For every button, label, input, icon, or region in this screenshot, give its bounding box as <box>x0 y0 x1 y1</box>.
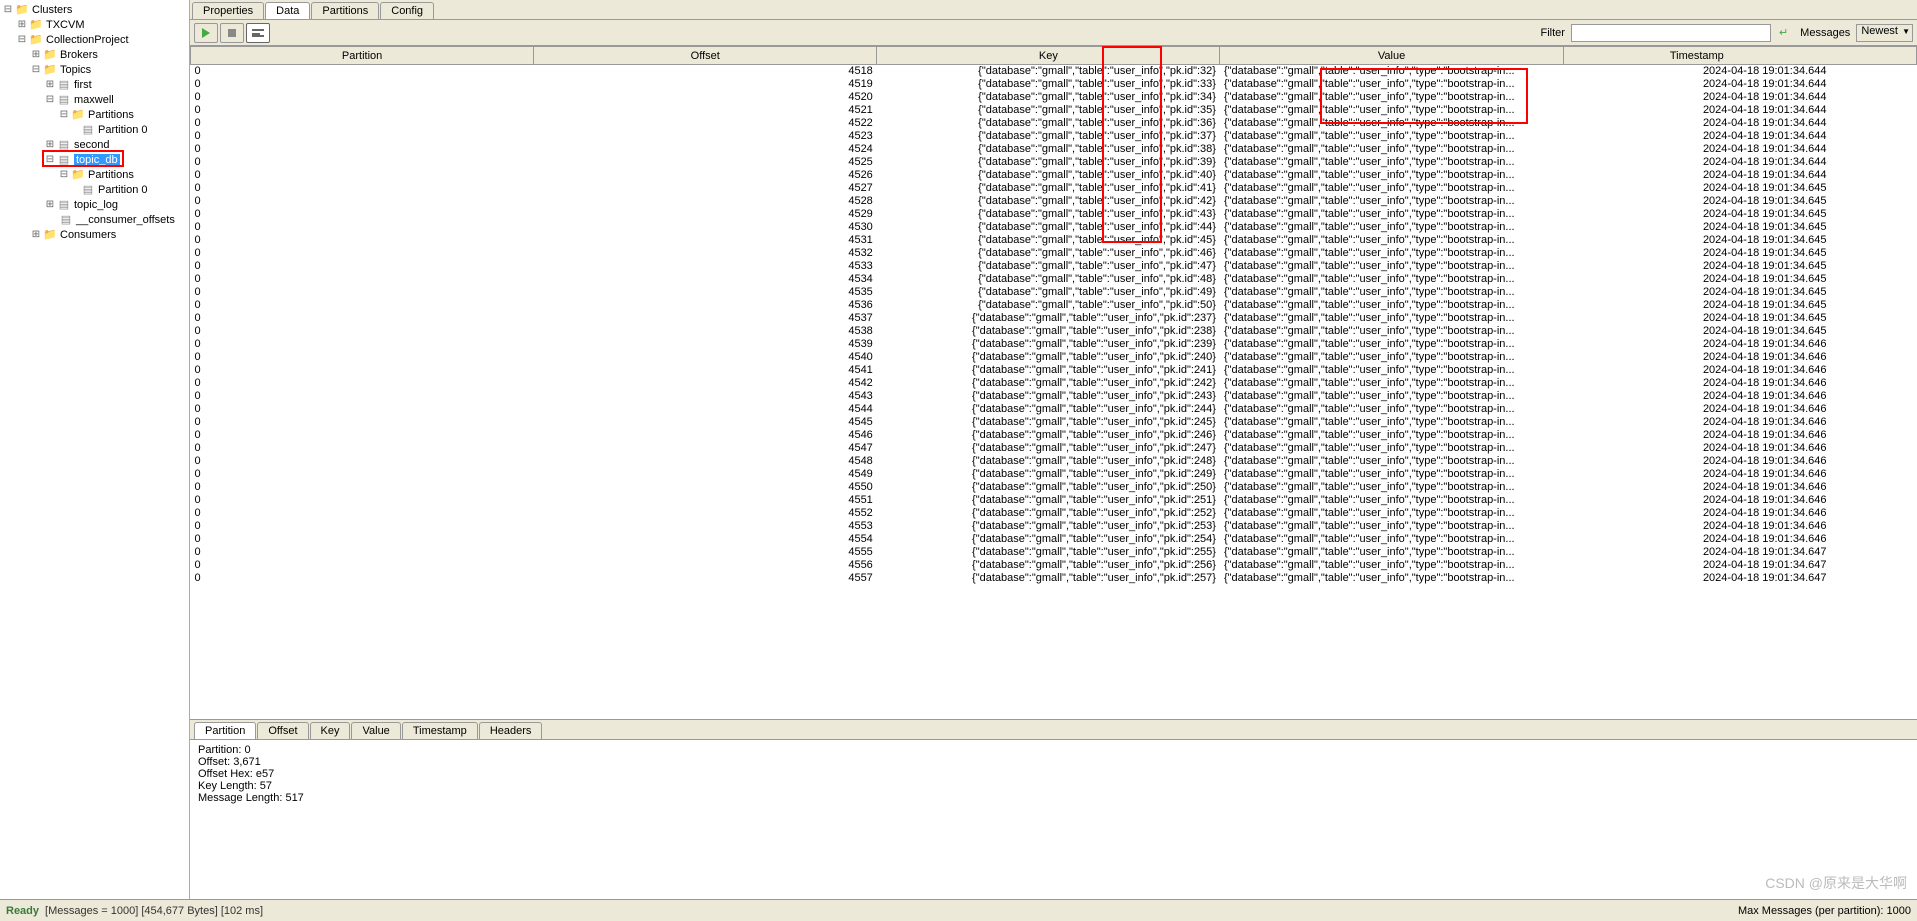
apply-filter-icon[interactable]: ↵ <box>1779 26 1788 39</box>
tab-config[interactable]: Config <box>380 2 434 19</box>
table-row[interactable]: 04518{"database":"gmall","table":"user_i… <box>191 65 1917 78</box>
filter-label: Filter <box>1541 27 1565 39</box>
table-row[interactable]: 04541{"database":"gmall","table":"user_i… <box>191 364 1917 377</box>
col-partition[interactable]: Partition <box>191 47 534 65</box>
tree-clusters[interactable]: ⊟📁Clusters <box>2 2 187 17</box>
table-row[interactable]: 04550{"database":"gmall","table":"user_i… <box>191 481 1917 494</box>
col-key[interactable]: Key <box>877 47 1220 65</box>
table-row[interactable]: 04535{"database":"gmall","table":"user_i… <box>191 286 1917 299</box>
table-row[interactable]: 04548{"database":"gmall","table":"user_i… <box>191 455 1917 468</box>
tree-maxwell[interactable]: ⊟▤maxwell <box>2 92 187 107</box>
tree-txcvm[interactable]: ⊞📁TXCVM <box>2 17 187 32</box>
table-row[interactable]: 04542{"database":"gmall","table":"user_i… <box>191 377 1917 390</box>
top-tabs: Properties Data Partitions Config <box>190 0 1917 20</box>
text-icon <box>252 29 264 37</box>
status-max-messages: Max Messages (per partition): 1000 <box>1738 905 1911 917</box>
text-view-button[interactable] <box>246 23 270 43</box>
detail-msg-length: Message Length: 517 <box>198 792 1909 804</box>
tree-second[interactable]: ⊞▤second <box>2 137 187 152</box>
table-row[interactable]: 04538{"database":"gmall","table":"user_i… <box>191 325 1917 338</box>
tree-consumers[interactable]: ⊞📁Consumers <box>2 227 187 242</box>
table-row[interactable]: 04532{"database":"gmall","table":"user_i… <box>191 247 1917 260</box>
table-row[interactable]: 04520{"database":"gmall","table":"user_i… <box>191 91 1917 104</box>
messages-label: Messages <box>1800 27 1850 39</box>
tree-topicdb-partitions[interactable]: ⊟📁Partitions <box>2 167 187 182</box>
table-row[interactable]: 04539{"database":"gmall","table":"user_i… <box>191 338 1917 351</box>
sort-select[interactable]: Newest <box>1856 24 1913 42</box>
tree-maxwell-partition0[interactable]: ▤Partition 0 <box>2 122 187 137</box>
stop-icon <box>228 29 236 37</box>
table-row[interactable]: 04545{"database":"gmall","table":"user_i… <box>191 416 1917 429</box>
table-row[interactable]: 04526{"database":"gmall","table":"user_i… <box>191 169 1917 182</box>
tree-topic-db[interactable]: ⊟▤topic_db <box>2 152 187 167</box>
play-icon <box>202 28 210 38</box>
tree-topic-log[interactable]: ⊞▤topic_log <box>2 197 187 212</box>
table-row[interactable]: 04553{"database":"gmall","table":"user_i… <box>191 520 1917 533</box>
table-row[interactable]: 04551{"database":"gmall","table":"user_i… <box>191 494 1917 507</box>
table-row[interactable]: 04557{"database":"gmall","table":"user_i… <box>191 572 1917 585</box>
play-button[interactable] <box>194 23 218 43</box>
tab-properties[interactable]: Properties <box>192 2 264 19</box>
table-row[interactable]: 04534{"database":"gmall","table":"user_i… <box>191 273 1917 286</box>
tree-maxwell-partitions[interactable]: ⊟📁Partitions <box>2 107 187 122</box>
detail-offset: Offset: 3,671 <box>198 756 1909 768</box>
table-row[interactable]: 04549{"database":"gmall","table":"user_i… <box>191 468 1917 481</box>
table-row[interactable]: 04536{"database":"gmall","table":"user_i… <box>191 299 1917 312</box>
detail-partition: Partition: 0 <box>198 744 1909 756</box>
dtab-offset[interactable]: Offset <box>257 722 308 739</box>
col-offset[interactable]: Offset <box>534 47 877 65</box>
tree-topicdb-partition0[interactable]: ▤Partition 0 <box>2 182 187 197</box>
data-grid[interactable]: Partition Offset Key Value Timestamp 045… <box>190 46 1917 719</box>
table-row[interactable]: 04543{"database":"gmall","table":"user_i… <box>191 390 1917 403</box>
table-row[interactable]: 04544{"database":"gmall","table":"user_i… <box>191 403 1917 416</box>
col-value[interactable]: Value <box>1220 47 1563 65</box>
table-row[interactable]: 04528{"database":"gmall","table":"user_i… <box>191 195 1917 208</box>
table-row[interactable]: 04531{"database":"gmall","table":"user_i… <box>191 234 1917 247</box>
tab-partitions[interactable]: Partitions <box>311 2 379 19</box>
table-row[interactable]: 04533{"database":"gmall","table":"user_i… <box>191 260 1917 273</box>
detail-tabs: Partition Offset Key Value Timestamp Hea… <box>190 719 1917 739</box>
table-row[interactable]: 04524{"database":"gmall","table":"user_i… <box>191 143 1917 156</box>
table-row[interactable]: 04556{"database":"gmall","table":"user_i… <box>191 559 1917 572</box>
status-info: [Messages = 1000] [454,677 Bytes] [102 m… <box>45 905 263 917</box>
toolbar: Filter ↵ Messages Newest <box>190 20 1917 46</box>
tree-consumer-offsets[interactable]: ▤__consumer_offsets <box>2 212 187 227</box>
table-row[interactable]: 04555{"database":"gmall","table":"user_i… <box>191 546 1917 559</box>
tab-data[interactable]: Data <box>265 2 310 19</box>
table-row[interactable]: 04530{"database":"gmall","table":"user_i… <box>191 221 1917 234</box>
table-row[interactable]: 04537{"database":"gmall","table":"user_i… <box>191 312 1917 325</box>
tree-topics[interactable]: ⊟📁Topics <box>2 62 187 77</box>
table-row[interactable]: 04519{"database":"gmall","table":"user_i… <box>191 78 1917 91</box>
table-row[interactable]: 04540{"database":"gmall","table":"user_i… <box>191 351 1917 364</box>
table-row[interactable]: 04552{"database":"gmall","table":"user_i… <box>191 507 1917 520</box>
tree-sidebar[interactable]: ⊟📁Clusters ⊞📁TXCVM ⊟📁CollectionProject ⊞… <box>0 0 190 899</box>
col-timestamp[interactable]: Timestamp <box>1563 47 1916 65</box>
stop-button[interactable] <box>220 23 244 43</box>
dtab-partition[interactable]: Partition <box>194 722 256 739</box>
tree-brokers[interactable]: ⊞📁Brokers <box>2 47 187 62</box>
table-row[interactable]: 04525{"database":"gmall","table":"user_i… <box>191 156 1917 169</box>
dtab-timestamp[interactable]: Timestamp <box>402 722 478 739</box>
detail-panel: Partition: 0 Offset: 3,671 Offset Hex: e… <box>190 739 1917 899</box>
table-row[interactable]: 04521{"database":"gmall","table":"user_i… <box>191 104 1917 117</box>
table-row[interactable]: 04547{"database":"gmall","table":"user_i… <box>191 442 1917 455</box>
status-ready: Ready <box>6 905 39 917</box>
table-row[interactable]: 04527{"database":"gmall","table":"user_i… <box>191 182 1917 195</box>
tree-first[interactable]: ⊞▤first <box>2 77 187 92</box>
detail-offset-hex: Offset Hex: e57 <box>198 768 1909 780</box>
table-row[interactable]: 04522{"database":"gmall","table":"user_i… <box>191 117 1917 130</box>
table-row[interactable]: 04554{"database":"gmall","table":"user_i… <box>191 533 1917 546</box>
table-row[interactable]: 04523{"database":"gmall","table":"user_i… <box>191 130 1917 143</box>
dtab-key[interactable]: Key <box>310 722 351 739</box>
statusbar: Ready [Messages = 1000] [454,677 Bytes] … <box>0 899 1917 921</box>
table-row[interactable]: 04529{"database":"gmall","table":"user_i… <box>191 208 1917 221</box>
detail-key-length: Key Length: 57 <box>198 780 1909 792</box>
filter-input[interactable] <box>1571 24 1771 42</box>
dtab-value[interactable]: Value <box>351 722 400 739</box>
table-row[interactable]: 04546{"database":"gmall","table":"user_i… <box>191 429 1917 442</box>
tree-project[interactable]: ⊟📁CollectionProject <box>2 32 187 47</box>
dtab-headers[interactable]: Headers <box>479 722 543 739</box>
